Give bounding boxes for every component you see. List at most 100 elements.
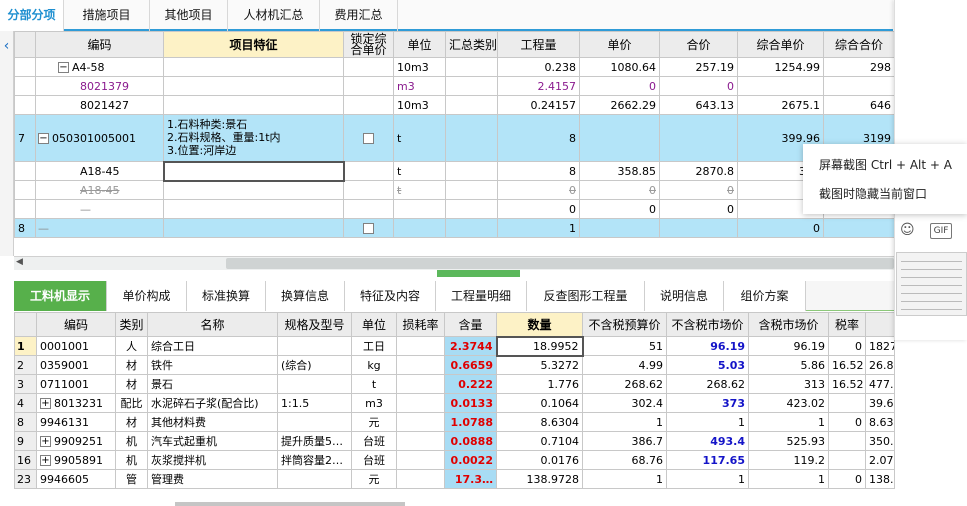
table-row[interactable]: A18-45 t 8 358.85 2870.8 399 [14, 160, 895, 182]
column-header-budget-price[interactable]: 不含税预算价 [582, 312, 667, 337]
content-cell[interactable]: 0.0133 [444, 393, 497, 413]
column-header-quantity[interactable]: 工程量 [497, 31, 580, 58]
table-row[interactable]: 3 0711001 材景石 t 0.222 1.776 268.62 268.62 313 16.… [14, 374, 895, 394]
loss-rate-cell[interactable] [396, 469, 445, 489]
lock-cell[interactable] [343, 95, 394, 115]
unit-cell[interactable]: 元 [351, 412, 397, 432]
spec-cell[interactable] [277, 374, 352, 394]
name-cell[interactable]: 灰浆搅拌机 [147, 450, 278, 470]
content-cell[interactable]: 17.3… [444, 469, 497, 489]
tab-measures[interactable]: 措施项目 [64, 0, 150, 31]
loss-rate-cell[interactable] [396, 393, 445, 413]
unit-cell[interactable]: 10m3 [393, 57, 446, 77]
summary-category-cell[interactable] [445, 76, 498, 96]
content-cell[interactable]: 0.222 [444, 374, 497, 394]
name-cell[interactable]: 其他材料费 [147, 412, 278, 432]
column-header-composite-unit-price[interactable]: 综合单价 [737, 31, 824, 58]
features-cell[interactable] [163, 199, 344, 219]
collapse-tree-icon[interactable]: − [38, 133, 49, 144]
lock-price-checkbox[interactable] [363, 223, 374, 234]
expand-tree-icon[interactable]: + [40, 455, 51, 466]
lock-cell[interactable] [343, 199, 394, 219]
gif-button[interactable]: GIF [930, 223, 952, 239]
content-cell[interactable]: 0.0022 [444, 450, 497, 470]
code-cell[interactable]: − A4-58 [35, 57, 164, 77]
unit-cell[interactable]: t [351, 374, 397, 394]
category-cell[interactable]: 管 [115, 469, 148, 489]
budget-price-cell[interactable]: 1 [582, 469, 667, 489]
tab-description[interactable]: 说明信息 [645, 281, 724, 311]
loss-rate-cell[interactable] [396, 336, 445, 356]
features-cell[interactable] [163, 218, 344, 238]
tax-rate-cell[interactable]: 0 [828, 336, 866, 356]
extra-cell[interactable]: 138.97 [865, 469, 895, 489]
name-cell[interactable]: 管理费 [147, 469, 278, 489]
quantity-cell[interactable]: 2.4157 [497, 76, 580, 96]
unit-price-cell[interactable]: 0 [579, 199, 660, 219]
summary-category-cell[interactable] [445, 180, 498, 200]
unit-cell[interactable] [393, 218, 446, 238]
spec-cell[interactable]: (综合) [277, 355, 352, 375]
features-cell[interactable] [163, 57, 344, 77]
tab-pricing-scheme[interactable]: 组价方案 [724, 281, 806, 311]
features-cell[interactable] [163, 76, 344, 96]
table-row[interactable]: 16 +9905891 机灰浆搅拌机 拌筒容量2… 台班 0.0022 0.0176 68.7… [14, 450, 895, 470]
column-header-tax-market-price[interactable]: 含税市场价 [748, 312, 829, 337]
emoji-icon[interactable]: ☺ [900, 222, 915, 238]
content-cell[interactable]: 2.3744 [444, 336, 497, 356]
unit-cell[interactable]: kg [351, 355, 397, 375]
loss-rate-cell[interactable] [396, 355, 445, 375]
market-price-cell[interactable]: 373 [666, 393, 749, 413]
table-row[interactable]: 2 0359001 材铁件 (综合) kg 0.6659 5.3272 4.99 5.03 5.8… [14, 355, 895, 375]
budget-price-cell[interactable]: 1 [582, 412, 667, 432]
unit-cell[interactable]: 台班 [351, 431, 397, 451]
features-cell[interactable] [163, 95, 344, 115]
lock-cell[interactable] [343, 180, 394, 200]
table-row[interactable]: 8 9946131 材其他材料费元 1.0788 8.6304 1 1 1 0 8.63 [14, 412, 895, 432]
unit-cell[interactable]: 工日 [351, 336, 397, 356]
code-cell[interactable]: 8021427 [35, 95, 164, 115]
tax-market-price-cell[interactable]: 1 [748, 469, 829, 489]
amount-cell[interactable]: 18.9952 [495, 335, 584, 357]
loss-rate-cell[interactable] [396, 450, 445, 470]
budget-price-cell[interactable]: 51 [582, 336, 667, 356]
table-row[interactable]: 4 +8013231 配比 水泥碎石子浆(配合比) 1:1.5 m3 0.0133 0.106… [14, 393, 895, 413]
quantity-cell[interactable]: 8 [497, 114, 580, 162]
column-header-market-price[interactable]: 不含税市场价 [666, 312, 749, 337]
unit-cell[interactable]: m3 [393, 76, 446, 96]
tax-rate-cell[interactable]: 16.52 [828, 374, 866, 394]
code-cell[interactable]: 0001001 [36, 336, 116, 356]
budget-price-cell[interactable]: 268.62 [582, 374, 667, 394]
column-header-extra[interactable] [865, 312, 895, 337]
unit-cell[interactable]: t [393, 180, 446, 200]
code-cell[interactable]: A18-45 [35, 180, 164, 200]
quantity-cell[interactable]: 0.238 [497, 57, 580, 77]
summary-category-cell[interactable] [445, 218, 498, 238]
table-row-disabled[interactable]: A18-45 t 0 0 0 [14, 180, 895, 200]
content-cell[interactable]: 0.6659 [444, 355, 497, 375]
code-cell[interactable]: — [35, 199, 164, 219]
bottom-scrollbar-thumb[interactable] [175, 502, 405, 506]
extra-cell[interactable]: 1827.15 [865, 336, 895, 356]
tab-conversion-info[interactable]: 换算信息 [266, 281, 345, 311]
tab-other-items[interactable]: 其他项目 [150, 0, 228, 31]
column-header-spec[interactable]: 规格及型号 [277, 312, 352, 337]
category-cell[interactable]: 人 [115, 336, 148, 356]
horizontal-scrollbar[interactable]: ◀ [14, 256, 894, 270]
summary-category-cell[interactable] [445, 161, 498, 181]
lock-cell[interactable] [343, 76, 394, 96]
column-header-features[interactable]: 项目特征 [163, 31, 344, 58]
tax-market-price-cell[interactable]: 525.93 [748, 431, 829, 451]
budget-price-cell[interactable]: 386.7 [582, 431, 667, 451]
name-cell[interactable]: 水泥碎石子浆(配合比) [147, 393, 278, 413]
quantity-cell[interactable]: 1 [497, 218, 580, 238]
loss-rate-cell[interactable] [396, 374, 445, 394]
tab-cost-summary[interactable]: 费用汇总 [320, 0, 398, 31]
unit-price-cell[interactable] [579, 218, 660, 238]
tax-rate-cell[interactable] [828, 450, 866, 470]
amount-cell[interactable]: 1.776 [496, 374, 583, 394]
unit-cell[interactable]: 10m3 [393, 95, 446, 115]
expand-tree-icon[interactable]: + [40, 436, 51, 447]
unit-price-cell[interactable]: 358.85 [579, 161, 660, 181]
tab-quantity-details[interactable]: 工程量明细 [436, 281, 527, 311]
